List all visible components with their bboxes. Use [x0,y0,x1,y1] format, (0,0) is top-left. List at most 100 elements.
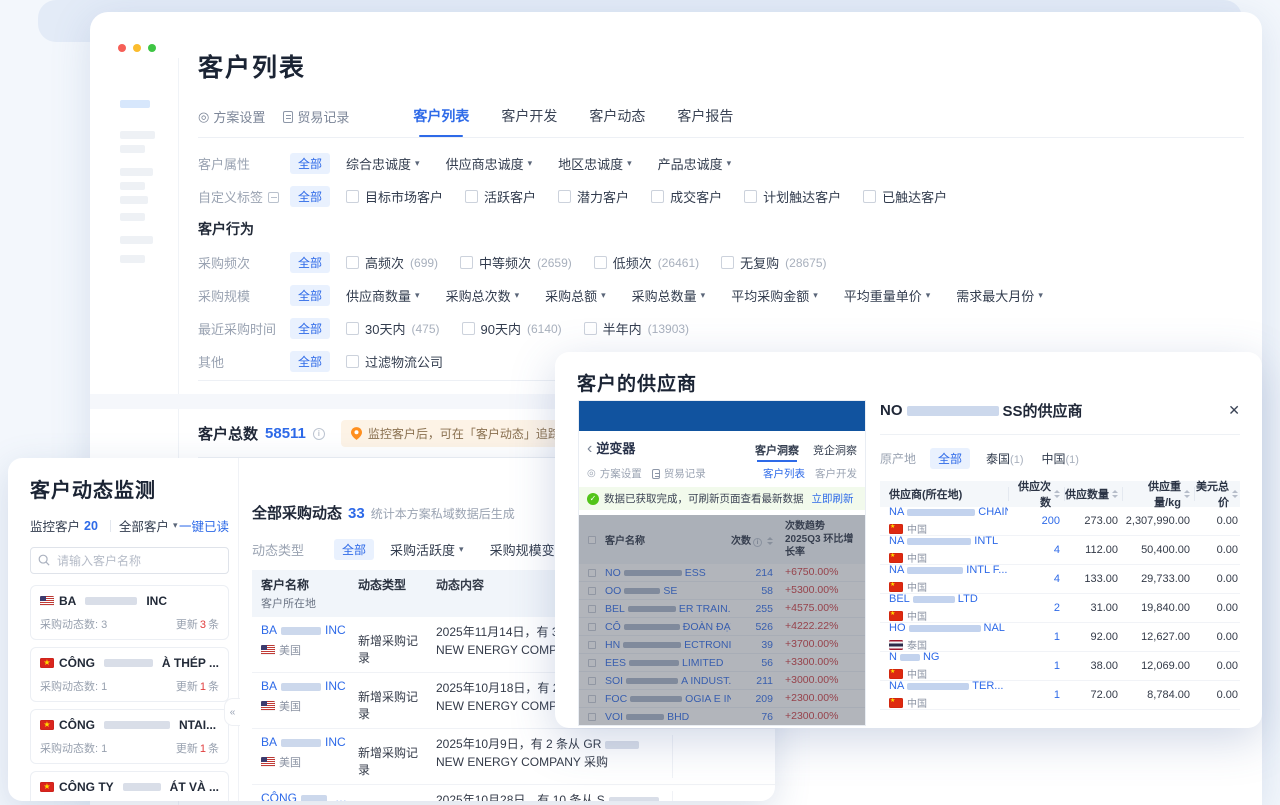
monitored-customer-card[interactable]: CÔNGÀ THÉP ... 采购动态数: 1 更新1条 [30,647,229,702]
sidebar-item-active[interactable] [120,100,150,108]
filter-all-chip[interactable]: 全部 [290,351,331,372]
filter-dropdown[interactable]: 地区忠诚度 ▾ [558,154,632,173]
table-row[interactable]: BEL ER TRAIN... 255 +4575.00% [579,600,865,618]
close-icon[interactable]: ✕ [1228,402,1240,419]
filter-checkbox[interactable]: 90天内 (6140) [461,319,562,338]
origin-option[interactable]: 泰国(1) [986,450,1023,467]
row-checkbox[interactable] [588,658,596,667]
customer-name-link[interactable]: BA INC [261,679,350,693]
filter-checkbox[interactable]: 活跃客户 [465,187,536,206]
row-checkbox[interactable] [588,676,596,685]
search-input[interactable] [30,547,229,574]
filter-dropdown[interactable]: 采购活跃度 ▾ [390,540,464,559]
trade-records-button[interactable]: 贸易记录 [651,466,706,481]
filter-dropdown[interactable]: 产品忠诚度 ▾ [658,154,732,173]
sidebar-item[interactable] [120,213,145,221]
supplier-name-link[interactable]: HONAL L... [889,622,1008,634]
filter-dropdown[interactable]: 需求最大月份 ▾ [956,286,1043,305]
table-row[interactable]: SOIA INDUST... 211 +3000.00% [579,672,865,690]
filter-checkbox[interactable]: 目标市场客户 [346,187,443,206]
row-checkbox[interactable] [588,586,596,595]
supplier-row[interactable]: NNG 中国 1 38.00 12,069.00 0.00 [880,651,1240,681]
filter-checkbox[interactable]: 计划触达客户 [744,187,841,206]
sort-icon[interactable] [1054,490,1060,498]
close-window-icon[interactable] [118,44,126,52]
filter-checkbox[interactable]: 潜力客户 [558,187,629,206]
sort-icon[interactable] [1112,490,1118,498]
sidebar-item[interactable] [120,168,153,176]
tab-customer-activity[interactable]: 客户动态 [589,106,645,137]
row-checkbox[interactable] [588,568,596,577]
select-all-checkbox[interactable] [588,535,596,544]
customer-name-link[interactable]: CÔNGPHÀ... [261,791,350,801]
filter-dropdown[interactable]: 采购总数量 ▾ [632,286,706,305]
activity-row[interactable]: CÔNGPHÀ... 越南 新增采购记录 2025年10月28日，有 10 条从… [252,785,775,801]
tab-customer-development[interactable]: 客户开发 [501,106,557,137]
table-row[interactable]: HNECTRONI... 39 +3700.00% [579,636,865,654]
supplier-name-link[interactable]: NACHAIN [889,506,1008,518]
sidebar-item[interactable] [120,196,148,204]
refresh-now-link[interactable]: 立即刷新 [812,491,854,506]
filter-checkbox[interactable]: 半年内 (13903) [583,319,689,338]
supplier-name-link[interactable]: NA TER... [889,680,1008,692]
table-row[interactable]: OO SE 58 +5300.00% [579,582,865,600]
row-checkbox[interactable] [588,604,596,613]
sort-icon[interactable] [1232,490,1238,498]
monitored-customer-card[interactable]: CÔNG TYÁT VÀ ... 采购动态数: 2 更新2条 [30,771,229,801]
tab-customer-development[interactable]: 客户开发 [815,466,857,481]
supplier-row[interactable]: BELLTD 中国 2 31.00 19,840.00 0.00 [880,593,1240,623]
customer-name-link[interactable]: BA INC [261,623,350,637]
row-checkbox[interactable] [588,694,596,703]
supplier-name-link[interactable]: BEL LTD [889,593,1008,605]
maximize-window-icon[interactable] [148,44,156,52]
row-checkbox[interactable] [588,622,596,631]
sidebar-item[interactable] [120,131,155,139]
tab-customer-report[interactable]: 客户报告 [677,106,733,137]
filter-dropdown[interactable]: 采购总额 ▾ [545,286,606,305]
table-row[interactable]: FOCOGIA E IN... 209 +2300.00% [579,690,865,708]
supplier-name-link[interactable]: NA INTL [889,535,1008,547]
filter-dropdown[interactable]: 采购总次数 ▾ [446,286,520,305]
filter-checkbox[interactable]: 低频次 (26461) [593,253,699,272]
monitored-customer-card[interactable]: BA INC 采购动态数: 3 更新 3 条 [30,585,229,640]
filter-dropdown[interactable]: 供应商数量 ▾ [346,286,420,305]
supplier-name-link[interactable]: NA INTL F... [889,564,1008,576]
filter-all-chip[interactable]: 全部 [290,186,331,207]
filter-all-chip[interactable]: 全部 [290,252,331,273]
filter-checkbox[interactable]: 已触达客户 [863,187,947,206]
filter-checkbox[interactable]: 高频次 (699) [346,253,438,272]
supplier-row[interactable]: HONAL L... 泰国 1 92.00 12,627.00 0.00 [880,622,1240,652]
tab-customer-list[interactable]: 客户列表 [763,466,805,481]
collapse-panel-handle[interactable]: « [224,698,240,726]
sidebar-item[interactable] [120,255,145,263]
sort-icon[interactable] [767,537,773,546]
filter-checkbox[interactable]: 成交客户 [651,187,722,206]
tab-competitor-insight[interactable]: 竞企洞察 [813,442,857,458]
mark-all-read-button[interactable]: 一键已读 [179,516,229,535]
filter-all-chip[interactable]: 全部 [290,318,331,339]
filter-checkbox[interactable]: 30天内 (475) [346,319,440,338]
filter-dropdown[interactable]: 综合忠诚度 ▾ [346,154,420,173]
sidebar-item[interactable] [120,145,145,153]
activity-row[interactable]: BA INC 美国 新增采购记录 2025年10月9日，有 2 条从 GRNEW … [252,729,775,785]
filter-all-chip[interactable]: 全部 [290,285,331,306]
table-row[interactable]: VOI BHD 76 +2300.00% [579,708,865,725]
filter-all-chip[interactable]: 全部 [290,153,331,174]
trade-records-button[interactable]: 贸易记录 [283,107,349,126]
filter-dropdown[interactable]: 平均重量单价 ▾ [844,286,931,305]
supplier-row[interactable]: NACHAIN 中国 200 273.00 2,307,990.00 0.00 [880,506,1240,536]
filter-all-chip[interactable]: 全部 [334,539,375,560]
filter-checkbox[interactable]: 无复购 (28675) [721,253,827,272]
supplier-row[interactable]: NAINTL 中国 4 112.00 50,400.00 0.00 [880,535,1240,565]
monitored-customer-card[interactable]: CÔNGNTAI... 采购动态数: 1 更新1条 [30,709,229,764]
supplier-row[interactable]: NAINTL F... 中国 4 133.00 29,733.00 0.00 [880,564,1240,594]
table-row[interactable]: NO ESS 214 +6750.00% [579,564,865,582]
supplier-name-link[interactable]: N NG [889,651,1008,663]
edit-tag-icon[interactable] [268,192,280,203]
customer-scope-dropdown[interactable]: 全部客户 ▾ [119,516,178,535]
table-row[interactable]: CÔĐOÀN ĐẠT 526 +4222.22% [579,618,865,636]
minimize-window-icon[interactable] [133,44,141,52]
sidebar-item[interactable] [120,236,153,244]
filter-dropdown[interactable]: 供应商忠诚度 ▾ [446,154,533,173]
customer-name-link[interactable]: BA INC [261,735,350,749]
